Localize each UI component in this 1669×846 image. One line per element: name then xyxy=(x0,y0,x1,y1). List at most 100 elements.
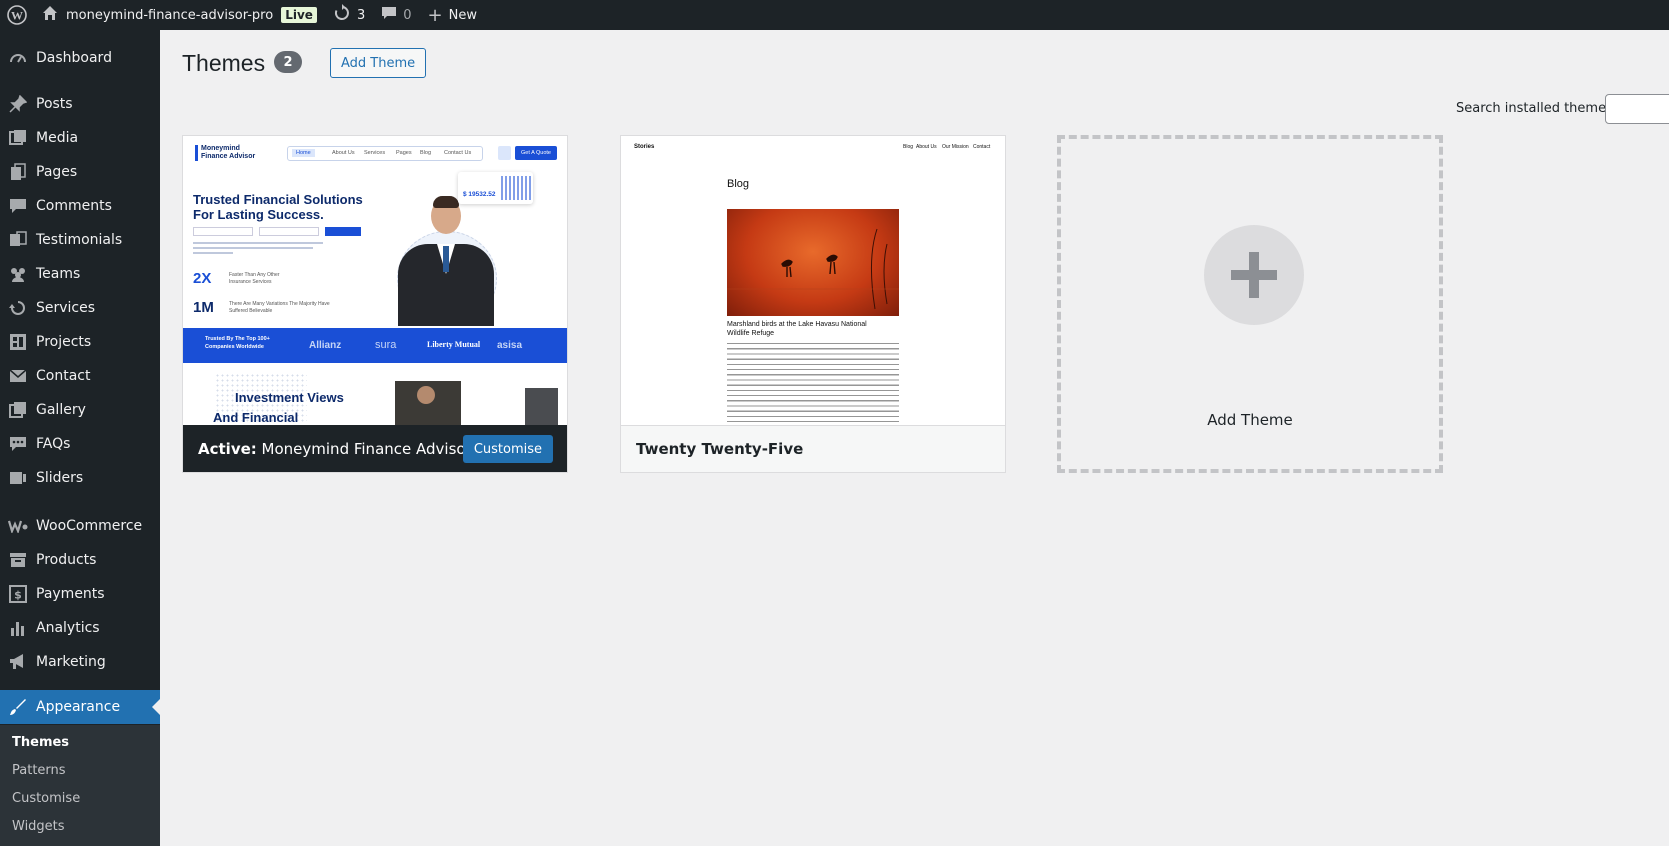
preview-stat2-text: There Are Many Variations The Majority H… xyxy=(229,301,330,314)
menu-label: Payments xyxy=(36,586,105,602)
envelope-icon xyxy=(0,367,36,385)
admin-sidebar: Dashboard Posts Media Pages Comments Tes… xyxy=(0,30,160,846)
search-label: Search installed themes xyxy=(1456,101,1613,116)
admin-bar: W moneymind-finance-advisor-pro Live 3 0… xyxy=(0,0,1669,30)
menu-label: Teams xyxy=(36,266,81,282)
add-theme-label: Add Theme xyxy=(1207,411,1293,429)
menu-label: WooCommerce xyxy=(36,518,143,534)
preview-nav: Home About Us Services Pages Blog Contac… xyxy=(287,146,483,161)
menu-contact[interactable]: Contact xyxy=(0,359,160,393)
preview-partner: Liberty Mutual xyxy=(427,340,481,349)
search-themes-input[interactable] xyxy=(1605,94,1669,124)
menu-payments[interactable]: $ Payments xyxy=(0,577,160,611)
preview-partner: Allianz xyxy=(309,340,342,351)
menu-label: Contact xyxy=(36,368,91,384)
teams-icon xyxy=(0,265,36,283)
menu-dashboard[interactable]: Dashboard xyxy=(0,41,160,75)
brush-icon xyxy=(0,698,36,716)
preview-section-heading2: And Financial xyxy=(213,410,299,425)
products-icon xyxy=(0,551,36,569)
media-icon xyxy=(0,129,36,147)
preview-stat1: 2X xyxy=(193,270,212,287)
services-icon xyxy=(0,299,36,317)
preview-submit xyxy=(325,227,361,236)
plus-icon xyxy=(1204,225,1304,325)
preview-partner: sura xyxy=(375,339,397,351)
preview-nav-item: Blog xyxy=(903,144,914,150)
menu-faqs[interactable]: FAQs xyxy=(0,427,160,461)
theme-card-active[interactable]: Moneymind Finance Advisor Home About Us … xyxy=(182,135,568,473)
preview-text-line xyxy=(193,252,233,254)
menu-appearance[interactable]: Appearance xyxy=(0,690,160,724)
menu-woocommerce[interactable]: WooCommerce xyxy=(0,509,160,543)
menu-gallery[interactable]: Gallery xyxy=(0,393,160,427)
theme-footer-active: Active: Moneymind Finance Advisor Custom… xyxy=(183,425,567,472)
menu-analytics[interactable]: Analytics xyxy=(0,611,160,645)
menu-label: Dashboard xyxy=(36,50,112,66)
preview-person-tie xyxy=(443,246,449,272)
preview-nav-item: About Us xyxy=(916,144,937,150)
comments-icon xyxy=(0,197,36,215)
menu-label: Testimonials xyxy=(36,232,123,248)
menu-teams[interactable]: Teams xyxy=(0,257,160,291)
new-content-link[interactable]: + New xyxy=(420,0,485,30)
preview-amount: $ 19532.52 xyxy=(463,191,496,198)
preview-nav-item: Pages xyxy=(396,150,412,156)
home-icon xyxy=(42,5,58,25)
preview-nav-item: About Us xyxy=(332,150,355,156)
preview-nav-item: Contact xyxy=(973,144,991,150)
add-new-theme-card[interactable]: Add Theme xyxy=(1057,135,1443,473)
pin-icon xyxy=(0,95,36,113)
menu-label: Posts xyxy=(36,96,73,112)
svg-text:$: $ xyxy=(14,589,22,602)
live-badge: Live xyxy=(281,7,317,23)
preview-body-text xyxy=(727,343,899,425)
logo-mark xyxy=(195,145,198,161)
submenu-widgets[interactable]: Widgets xyxy=(12,819,65,834)
updates-link[interactable]: 3 xyxy=(325,0,373,30)
menu-posts[interactable]: Posts xyxy=(0,87,160,121)
faq-icon xyxy=(0,435,36,453)
wordpress-logo-icon[interactable]: W xyxy=(0,0,34,30)
comments-count: 0 xyxy=(403,7,412,23)
menu-label: Gallery xyxy=(36,402,86,418)
menu-sliders[interactable]: Sliders xyxy=(0,461,160,495)
updates-icon xyxy=(333,4,351,26)
dashboard-icon xyxy=(0,49,36,67)
comments-link[interactable]: 0 xyxy=(373,0,419,30)
submenu-patterns[interactable]: Patterns xyxy=(12,763,66,778)
submenu-customise[interactable]: Customise xyxy=(12,791,80,806)
menu-media[interactable]: Media xyxy=(0,121,160,155)
theme-screenshot[interactable]: Stories Blog About Us Our Mission Contac… xyxy=(621,136,1005,425)
preview-logo-line2: Finance Advisor xyxy=(201,153,256,160)
menu-comments[interactable]: Comments xyxy=(0,189,160,223)
submenu-themes[interactable]: Themes xyxy=(12,735,69,750)
menu-testimonials[interactable]: Testimonials xyxy=(0,223,160,257)
preview-search-icon xyxy=(498,146,511,160)
updates-count: 3 xyxy=(356,7,366,23)
site-name-link[interactable]: moneymind-finance-advisor-pro Live xyxy=(34,0,325,30)
menu-label: FAQs xyxy=(36,436,71,452)
add-theme-button[interactable]: Add Theme xyxy=(330,48,427,78)
sliders-icon xyxy=(0,469,36,487)
menu-products[interactable]: Products xyxy=(0,543,160,577)
preview-bar-chart xyxy=(501,176,531,200)
menu-pages[interactable]: Pages xyxy=(0,155,160,189)
menu-marketing[interactable]: Marketing xyxy=(0,645,160,679)
active-prefix: Active: xyxy=(198,439,257,458)
theme-card-twentytwentyfive[interactable]: Stories Blog About Us Our Mission Contac… xyxy=(620,135,1006,473)
customise-button[interactable]: Customise xyxy=(462,435,553,463)
menu-services[interactable]: Services xyxy=(0,291,160,325)
woocommerce-icon xyxy=(0,519,36,533)
preview-stat1-text: Faster Than Any Other Insurance Services xyxy=(229,272,280,285)
projects-icon xyxy=(0,333,36,351)
preview-nav-item: Home xyxy=(292,149,315,157)
preview-nav-item: Services xyxy=(364,150,386,156)
new-label: New xyxy=(448,7,477,23)
active-theme-name: Active: Moneymind Finance Advisor xyxy=(183,440,472,458)
menu-label: Comments xyxy=(36,198,112,214)
theme-screenshot[interactable]: Moneymind Finance Advisor Home About Us … xyxy=(183,136,567,425)
preview-trusted-text: Trusted By The Top 100+ Companies Worldw… xyxy=(205,336,270,350)
menu-projects[interactable]: Projects xyxy=(0,325,160,359)
gallery-icon xyxy=(0,401,36,419)
